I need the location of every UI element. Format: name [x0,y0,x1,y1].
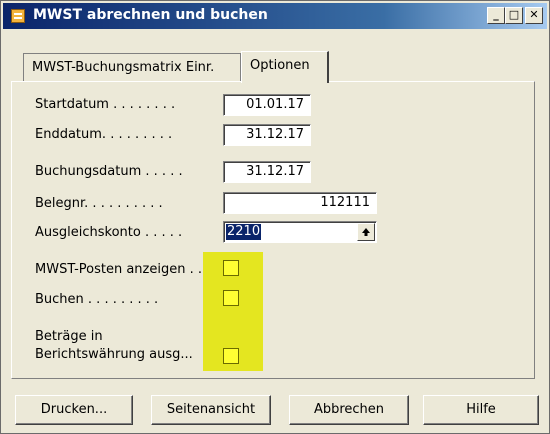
buchungsdatum-field[interactable]: 31.12.17 [223,161,311,183]
tab-mwst-buchungsmatrix[interactable]: MWST-Buchungsmatrix Einr. [23,53,241,81]
startdatum-field[interactable]: 01.01.17 [223,94,311,116]
enddatum-field[interactable]: 31.12.17 [223,124,311,146]
mwst-posten-label: MWST-Posten anzeigen . . [35,262,202,277]
ausgleichskonto-value: 2210 [226,224,262,240]
report-icon [11,9,25,23]
drucken-button[interactable]: Drucken... [15,395,133,425]
ausgleichskonto-label: Ausgleichskonto . . . . . [35,225,183,240]
startdatum-label: Startdatum . . . . . . . . [35,97,176,112]
belegnr-label: Belegnr. . . . . . . . . . [35,196,163,211]
dialog-window: MWST abrechnen und buchen _ □ ✕ MWST-Buc… [0,0,550,434]
buchungsdatum-label: Buchungsdatum . . . . . [35,164,183,179]
up-arrow-icon [362,228,370,236]
minimize-button[interactable]: _ [487,7,505,24]
belegnr-field[interactable]: 112111 [223,192,377,214]
berichtswaehrung-checkbox[interactable] [223,348,239,364]
close-button[interactable]: ✕ [525,7,543,24]
mwst-posten-checkbox[interactable] [223,260,239,276]
buchen-checkbox[interactable] [223,290,239,306]
maximize-button[interactable]: □ [505,7,523,24]
window-title: MWST abrechnen und buchen [33,7,268,23]
hilfe-button[interactable]: Hilfe [423,395,539,425]
abbrechen-button[interactable]: Abbrechen [289,395,409,425]
lookup-button[interactable] [357,223,375,241]
betraege-label-line1: Beträge in [35,329,103,344]
seitenansicht-button[interactable]: Seitenansicht [151,395,271,425]
betraege-label-line2: Berichtswährung ausg... [35,347,193,362]
enddatum-label: Enddatum. . . . . . . . . [35,127,173,142]
title-bar[interactable]: MWST abrechnen und buchen _ □ ✕ [3,3,547,29]
buchen-label: Buchen . . . . . . . . . [35,292,159,307]
tab-optionen[interactable]: Optionen [241,51,329,83]
ausgleichskonto-field[interactable]: 2210 [223,221,377,243]
